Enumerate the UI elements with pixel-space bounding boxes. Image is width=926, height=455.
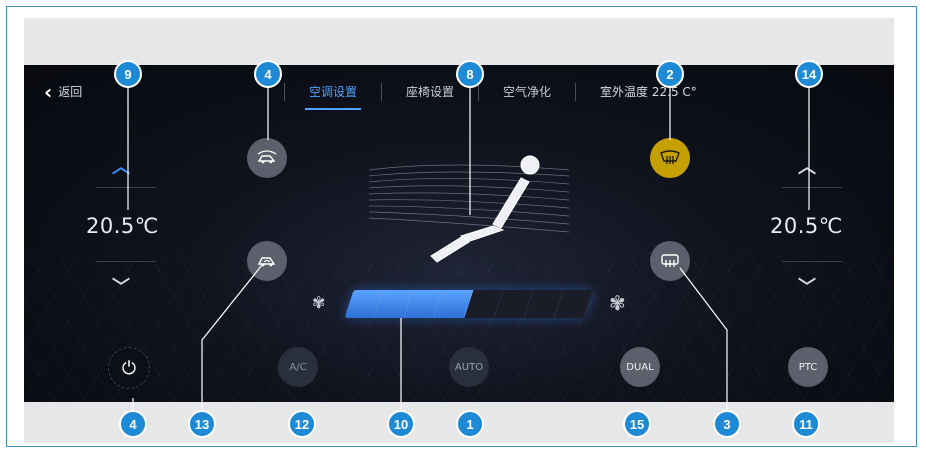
fan-low-icon[interactable]: ✾ <box>312 293 325 312</box>
fan-high-icon[interactable]: ✾ <box>609 291 626 315</box>
inner-circulation-button[interactable] <box>247 241 287 281</box>
top-band <box>24 18 894 65</box>
tab-purify[interactable]: 空气净化 <box>479 79 575 104</box>
callout-badge: 2 <box>656 60 684 88</box>
outer-circulation-button[interactable] <box>247 138 287 178</box>
ptc-button[interactable]: PTC <box>788 347 828 387</box>
callout-badge: 10 <box>387 410 415 438</box>
callout-badge: 9 <box>114 60 142 88</box>
left-divider-bottom <box>96 261 156 262</box>
callout-badge: 1 <box>456 410 484 438</box>
callout-badge: 11 <box>792 410 820 438</box>
left-temperature: 20.5℃ <box>86 214 159 238</box>
chevron-left-icon: ‹ <box>44 79 53 104</box>
outer-circulation-icon <box>257 150 277 164</box>
inner-circulation-icon <box>257 257 276 267</box>
left-temp-down-button[interactable]: ﹀ <box>106 273 136 299</box>
rear-defrost-button[interactable] <box>650 241 690 281</box>
seat-airflow-illustration <box>369 155 570 263</box>
front-defrost-button[interactable] <box>650 138 690 178</box>
auto-button[interactable]: AUTO <box>449 347 489 387</box>
callout-badge: 8 <box>456 60 484 88</box>
tab-climate[interactable]: 空调设置 <box>285 79 381 110</box>
callout-badge: 14 <box>795 60 823 88</box>
tab-bar: 空调设置 座椅设置 空气净化 室外温度 22.5 C° <box>284 79 721 110</box>
right-divider-bottom <box>782 261 842 262</box>
fan-speed-bar[interactable] <box>344 290 594 318</box>
left-temp-up-button[interactable]: ︿ <box>106 153 136 179</box>
callout-badge: 13 <box>188 410 216 438</box>
right-divider-top <box>782 187 842 188</box>
power-button[interactable]: ⏻ <box>108 347 150 389</box>
ac-button[interactable]: A/C <box>278 347 318 387</box>
callout-badge: 3 <box>713 410 741 438</box>
callout-badge: 4 <box>119 410 147 438</box>
callout-badge: 4 <box>254 60 282 88</box>
back-label: 返回 <box>58 85 83 99</box>
right-temperature: 20.5℃ <box>770 214 843 238</box>
callout-badge: 12 <box>288 410 316 438</box>
back-button[interactable]: ‹ 返回 <box>44 79 83 104</box>
right-temp-down-button[interactable]: ﹀ <box>792 273 822 299</box>
right-temp-up-button[interactable]: ︿ <box>792 153 822 179</box>
dual-button[interactable]: DUAL <box>620 347 660 387</box>
rear-defrost-icon <box>661 254 679 267</box>
front-defrost-icon <box>660 150 680 164</box>
callout-badge: 15 <box>623 410 651 438</box>
outside-temp-label: 室外温度 22.5 C° <box>600 85 697 99</box>
left-divider-top <box>96 187 156 188</box>
power-icon: ⏻ <box>121 357 137 379</box>
climate-screen: ‹ 返回 空调设置 座椅设置 空气净化 室外温度 22.5 C° ︿ 20.5℃… <box>24 65 894 402</box>
